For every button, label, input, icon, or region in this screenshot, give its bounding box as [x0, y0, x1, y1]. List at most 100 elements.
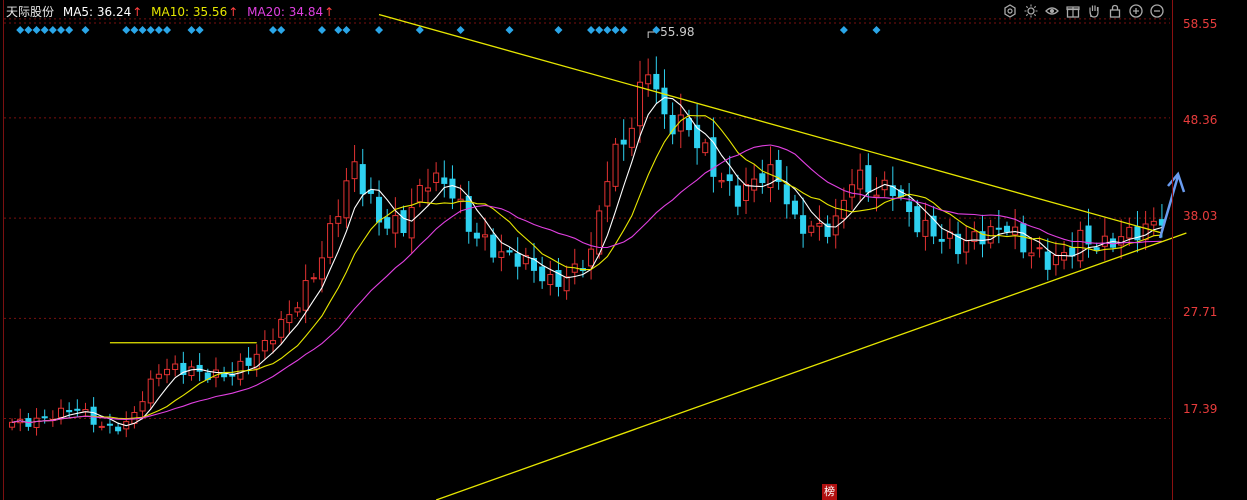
- candle-body: [1118, 236, 1125, 246]
- candle-body: [1069, 247, 1076, 257]
- ma10-line: [11, 114, 1162, 424]
- price-label: 58.55: [1183, 17, 1218, 31]
- signal-diamond: [595, 26, 604, 34]
- chart-root: 55.98 天际股份 MA5: 36.24↑ MA10: 35.56↑ MA20…: [0, 0, 1247, 500]
- candle-body: [914, 206, 921, 233]
- price-label: 38.03: [1183, 209, 1218, 223]
- candle-body: [441, 177, 448, 184]
- signal-diamond: [505, 26, 514, 34]
- signal-diamond: [81, 26, 90, 34]
- price-label: 17.39: [1183, 402, 1218, 416]
- sun-icon[interactable]: [1022, 2, 1039, 19]
- candle-body: [938, 238, 945, 242]
- signal-diamond: [317, 26, 326, 34]
- candle-body: [1052, 254, 1059, 266]
- candle-body: [327, 223, 334, 258]
- ma5-arrow-icon: ↑: [132, 5, 143, 19]
- candle-body: [547, 273, 554, 286]
- candle-body: [245, 357, 252, 366]
- candle-body: [791, 200, 798, 215]
- zoom-in-icon[interactable]: [1127, 2, 1144, 19]
- candle-body: [1085, 225, 1092, 245]
- signal-diamond: [269, 26, 278, 34]
- candle-body: [906, 201, 913, 213]
- signal-diamond: [138, 26, 147, 34]
- candle-body: [286, 314, 293, 324]
- candle-body: [237, 360, 244, 380]
- ma20-arrow-icon: ↑: [324, 5, 335, 19]
- candle-body: [424, 187, 432, 192]
- candle-body: [865, 165, 872, 193]
- candle-body: [482, 234, 489, 238]
- candle-body: [987, 226, 994, 244]
- signal-diamond: [40, 26, 49, 34]
- candle-body: [563, 276, 570, 292]
- candle-body: [196, 364, 203, 372]
- candle-body: [1093, 247, 1100, 251]
- candle-body: [384, 217, 391, 229]
- signal-diamond: [375, 26, 384, 34]
- gift-icon[interactable]: [1064, 2, 1081, 19]
- candle-body: [33, 417, 40, 428]
- signal-diamond: [334, 26, 343, 34]
- candle-body: [751, 178, 758, 191]
- candle-body: [718, 180, 725, 183]
- ma10-value: MA10: 35.56: [151, 5, 228, 19]
- candle-body: [351, 161, 358, 180]
- ma20-value: MA20: 34.84: [247, 5, 324, 19]
- lock-icon[interactable]: [1106, 2, 1123, 19]
- candle-body: [172, 363, 179, 370]
- signal-diamond: [32, 26, 41, 34]
- candle-body: [873, 194, 880, 198]
- candle-body: [702, 142, 709, 154]
- candle-body: [857, 169, 864, 190]
- signal-diamond: [603, 26, 612, 34]
- chart-header: 天际股份 MA5: 36.24↑ MA10: 35.56↑ MA20: 34.8…: [6, 3, 339, 21]
- candle-body: [408, 207, 415, 239]
- candle-body: [498, 251, 505, 258]
- candle-body: [343, 180, 350, 219]
- candle-body: [490, 234, 497, 258]
- stock-name[interactable]: 天际股份: [6, 5, 54, 19]
- candle-body: [106, 423, 113, 426]
- candle-body: [115, 426, 122, 432]
- candle-body: [710, 137, 717, 177]
- candle-body: [1044, 251, 1051, 270]
- zoom-out-icon[interactable]: [1148, 2, 1165, 19]
- candle-body: [74, 408, 81, 411]
- candle-body: [628, 127, 635, 148]
- candle-body: [376, 196, 383, 223]
- candle-body: [302, 280, 309, 311]
- candle-body: [278, 319, 285, 338]
- ma10-arrow-icon: ↑: [228, 5, 239, 19]
- signal-diamond: [48, 26, 57, 34]
- hand-icon[interactable]: [1085, 2, 1102, 19]
- signal-diamond: [163, 26, 172, 34]
- signal-diamond: [57, 26, 66, 34]
- signal-diamond: [554, 26, 563, 34]
- candle-body: [41, 416, 48, 419]
- signal-diamond: [456, 26, 465, 34]
- signal-diamond: [587, 26, 596, 34]
- signal-diamond: [872, 26, 881, 34]
- candle-body: [57, 407, 65, 418]
- candle-body: [139, 401, 146, 412]
- gear-icon[interactable]: [1001, 2, 1018, 19]
- candle-body: [9, 421, 16, 428]
- price-axis: 58.55 48.36 38.03 27.71 17.39: [1172, 0, 1247, 500]
- signal-diamond: [122, 26, 131, 34]
- eye-icon[interactable]: [1043, 2, 1060, 19]
- signal-diamond: [187, 26, 196, 34]
- signal-diamond: [65, 26, 74, 34]
- candle-body: [636, 81, 644, 127]
- candle-body: [359, 164, 366, 195]
- signal-diamond: [16, 26, 25, 34]
- event-marker[interactable]: 榜: [822, 484, 837, 500]
- candle-body: [539, 266, 546, 282]
- candle-body: [400, 210, 407, 234]
- candle-body: [433, 172, 440, 183]
- candle-body: [514, 253, 521, 267]
- candle-body: [1003, 225, 1011, 233]
- candlestick-chart[interactable]: 55.98: [0, 0, 1247, 500]
- candle-body: [66, 409, 73, 413]
